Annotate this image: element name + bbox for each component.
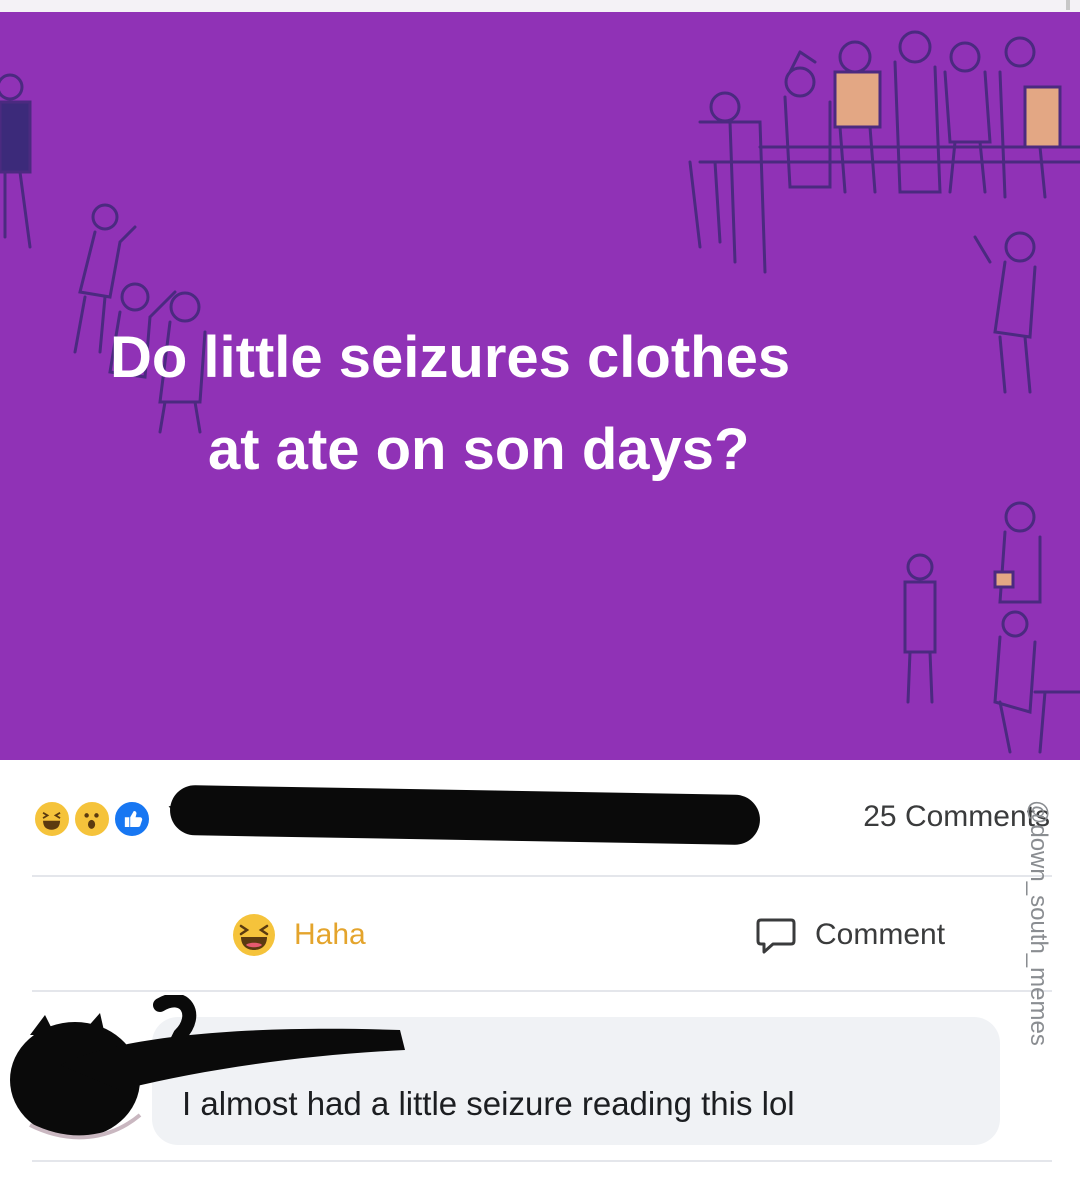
banner-line-2: at ate on son days? xyxy=(208,417,750,482)
banner-line-1: Do little seizures clothes xyxy=(110,325,791,390)
divider xyxy=(32,990,1052,992)
avatar-redaction-scribble xyxy=(10,995,405,1140)
reactions-summary[interactable]: You 25 Comments xyxy=(0,770,1080,870)
watermark: @down_south_memes xyxy=(1025,800,1052,1046)
haha-label: Haha xyxy=(294,918,366,951)
haha-icon xyxy=(233,914,275,956)
divider xyxy=(32,875,1052,877)
top-strip xyxy=(0,0,1080,12)
divider xyxy=(32,1160,1052,1162)
comment-bubble-icon xyxy=(756,918,796,954)
wow-reaction-icon xyxy=(73,800,111,838)
comment-item: I almost had a little seizure reading th… xyxy=(0,995,1080,1160)
scroll-indicator xyxy=(1066,0,1070,10)
haha-reaction-icon xyxy=(33,800,71,838)
like-reaction-icon xyxy=(113,800,151,838)
post-banner: Do little seizures clothes at ate on son… xyxy=(0,12,1080,760)
comments-count-link[interactable]: 25 Comments xyxy=(863,800,1050,834)
haha-reaction-button[interactable]: Haha xyxy=(232,910,366,960)
comment-label: Comment xyxy=(815,918,946,951)
post-action-bar: Haha Comment xyxy=(0,880,1080,985)
banner-headline: Do little seizures clothes at ate on son… xyxy=(110,312,1010,496)
redaction-scribble xyxy=(169,784,761,846)
comment-button[interactable]: Comment xyxy=(755,910,945,960)
